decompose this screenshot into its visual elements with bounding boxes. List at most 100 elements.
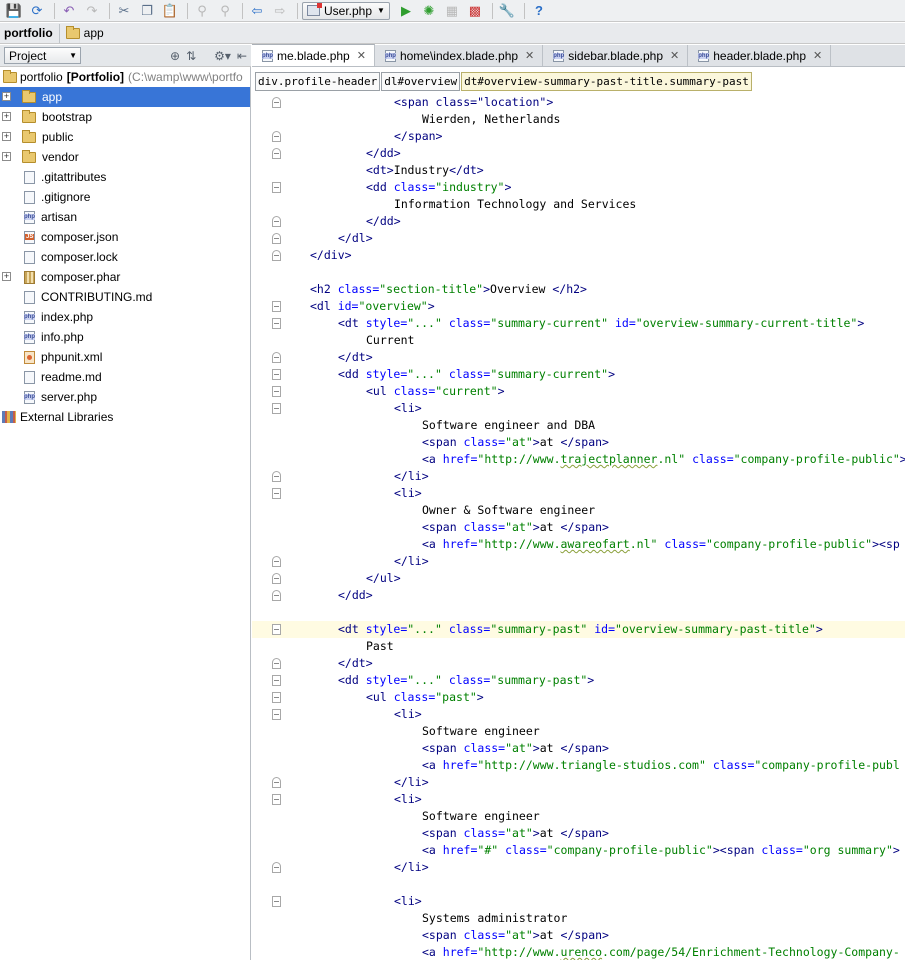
tree-item-info-php[interactable]: info.php bbox=[0, 327, 250, 347]
fold-marker-icon[interactable] bbox=[272, 777, 281, 788]
tree-item-composer-lock[interactable]: composer.lock bbox=[0, 247, 250, 267]
coverage-icon[interactable]: ▦ bbox=[442, 1, 462, 21]
tag-path-item[interactable]: div.profile-header bbox=[255, 72, 381, 91]
fold-marker-icon[interactable] bbox=[272, 216, 281, 227]
fold-marker-icon[interactable] bbox=[272, 131, 281, 142]
tree-item-gitignore[interactable]: .gitignore bbox=[0, 187, 250, 207]
fold-marker-icon[interactable] bbox=[272, 250, 281, 261]
redo-icon[interactable]: ↷ bbox=[82, 1, 102, 21]
back-icon[interactable]: ⇦ bbox=[247, 1, 267, 21]
undo-icon[interactable]: ↶ bbox=[59, 1, 79, 21]
tree-item-phpunit-xml[interactable]: phpunit.xml bbox=[0, 347, 250, 367]
copy-icon[interactable]: ❐ bbox=[137, 1, 157, 21]
fold-marker-icon[interactable] bbox=[272, 692, 281, 703]
tag-path-item[interactable]: dt#overview-summary-past-title.summary-p… bbox=[461, 72, 752, 91]
php-file-icon bbox=[698, 49, 710, 62]
scroll-from-source-icon[interactable]: ⊕ bbox=[170, 49, 180, 63]
fold-marker-icon[interactable] bbox=[272, 182, 281, 193]
run-configuration-label: User.php bbox=[324, 3, 373, 18]
fold-marker-icon[interactable] bbox=[272, 301, 281, 312]
code-text: <dd style="..." class="summary-past"> bbox=[338, 672, 594, 689]
tree-item-composer-json[interactable]: composer.json bbox=[0, 227, 250, 247]
code-text: </dd> bbox=[338, 587, 373, 604]
fold-marker-icon[interactable] bbox=[272, 488, 281, 499]
tree-item-server-php[interactable]: server.php bbox=[0, 387, 250, 407]
fold-marker-icon[interactable] bbox=[272, 556, 281, 567]
tree-item-index-php[interactable]: index.php bbox=[0, 307, 250, 327]
tree-item-app[interactable]: + app bbox=[0, 87, 250, 107]
fold-marker-icon[interactable] bbox=[272, 709, 281, 720]
code-token: href= bbox=[442, 537, 478, 551]
fold-marker-icon[interactable] bbox=[272, 658, 281, 669]
close-icon[interactable]: ✕ bbox=[813, 49, 822, 62]
replace-icon[interactable]: ⚲ bbox=[215, 1, 235, 21]
code-line: Wierden, Netherlands bbox=[252, 111, 905, 128]
help-icon[interactable]: ? bbox=[529, 1, 549, 21]
expand-icon[interactable]: + bbox=[2, 92, 11, 101]
fold-marker-icon[interactable] bbox=[272, 794, 281, 805]
find-icon[interactable]: ⚲ bbox=[192, 1, 212, 21]
tree-item-vendor[interactable]: + vendor bbox=[0, 147, 250, 167]
save-all-icon[interactable]: 💾 bbox=[4, 1, 24, 21]
forward-icon[interactable]: ⇨ bbox=[270, 1, 290, 21]
tree-item-artisan[interactable]: artisan bbox=[0, 207, 250, 227]
tree-external-libraries[interactable]: External Libraries bbox=[0, 407, 250, 427]
synchronize-icon[interactable]: ⟳ bbox=[27, 1, 47, 21]
breadcrumb-project[interactable]: portfolio bbox=[4, 26, 53, 40]
fold-marker-icon[interactable] bbox=[272, 148, 281, 159]
tag-path-item[interactable]: dl#overview bbox=[381, 72, 461, 91]
fold-marker-icon[interactable] bbox=[272, 862, 281, 873]
tab-label: sidebar.blade.php bbox=[568, 48, 664, 63]
run-configuration-select[interactable]: User.php ▼ bbox=[302, 1, 390, 20]
close-icon[interactable]: ✕ bbox=[670, 49, 679, 62]
cut-icon[interactable]: ✂ bbox=[114, 1, 134, 21]
expand-icon[interactable]: + bbox=[2, 272, 11, 281]
xml-file-icon bbox=[24, 350, 35, 364]
expand-icon[interactable]: + bbox=[2, 152, 11, 161]
fold-marker-icon[interactable] bbox=[272, 386, 281, 397]
code-token: class= bbox=[463, 520, 506, 534]
hide-panel-icon[interactable]: ⇤ bbox=[237, 49, 247, 63]
fold-marker-icon[interactable] bbox=[272, 471, 281, 482]
fold-marker-icon[interactable] bbox=[272, 369, 281, 380]
code-token: class= bbox=[463, 435, 506, 449]
editor-tab-sidebar-blade-php[interactable]: sidebar.blade.php ✕ bbox=[543, 45, 689, 66]
editor-tab-me-blade-php[interactable]: me.blade.php ✕ bbox=[252, 44, 375, 66]
collapse-all-icon[interactable]: ⇅ bbox=[186, 49, 196, 63]
debug-icon[interactable]: ✺ bbox=[419, 1, 439, 21]
code-token: > bbox=[857, 316, 865, 330]
fold-marker-icon[interactable] bbox=[272, 97, 281, 108]
project-view-select[interactable]: Project ▼ bbox=[4, 47, 81, 64]
fold-marker-icon[interactable] bbox=[272, 352, 281, 363]
tree-item-contributing-md[interactable]: CONTRIBUTING.md bbox=[0, 287, 250, 307]
settings-icon[interactable]: 🔧 bbox=[497, 1, 517, 21]
code-editor[interactable]: <span class="location"> Wierden, Netherla… bbox=[252, 92, 905, 960]
fold-marker-icon[interactable] bbox=[272, 318, 281, 329]
code-token: class= bbox=[463, 826, 506, 840]
close-icon[interactable]: ✕ bbox=[525, 49, 534, 62]
close-icon[interactable]: ✕ bbox=[357, 49, 366, 62]
fold-marker-icon[interactable] bbox=[272, 233, 281, 244]
tree-item-composer-phar[interactable]: + composer.phar bbox=[0, 267, 250, 287]
editor-tab-home-index-blade-php[interactable]: home\index.blade.php ✕ bbox=[375, 45, 544, 66]
tree-item-gitattributes[interactable]: .gitattributes bbox=[0, 167, 250, 187]
stop-icon[interactable]: ▩ bbox=[465, 1, 485, 21]
tree-item-public[interactable]: + public bbox=[0, 127, 250, 147]
editor-tab-header-blade-php[interactable]: header.blade.php ✕ bbox=[688, 45, 832, 66]
fold-marker-icon[interactable] bbox=[272, 896, 281, 907]
fold-marker-icon[interactable] bbox=[272, 675, 281, 686]
tree-item-readme-md[interactable]: readme.md bbox=[0, 367, 250, 387]
expand-icon[interactable]: + bbox=[2, 132, 11, 141]
gear-icon[interactable]: ⚙▾ bbox=[214, 49, 231, 63]
fold-marker-icon[interactable] bbox=[272, 573, 281, 584]
tree-root[interactable]: portfolio [Portfolio] (C:\wamp\www\portf… bbox=[0, 67, 250, 87]
fold-marker-icon[interactable] bbox=[272, 590, 281, 601]
breadcrumb-folder[interactable]: app bbox=[84, 26, 104, 40]
expand-icon[interactable]: + bbox=[2, 112, 11, 121]
fold-marker-icon[interactable] bbox=[272, 624, 281, 635]
paste-icon[interactable]: 📋 bbox=[160, 1, 180, 21]
tree-item-bootstrap[interactable]: + bootstrap bbox=[0, 107, 250, 127]
fold-marker-icon[interactable] bbox=[272, 403, 281, 414]
run-icon[interactable]: ▶ bbox=[396, 1, 416, 21]
